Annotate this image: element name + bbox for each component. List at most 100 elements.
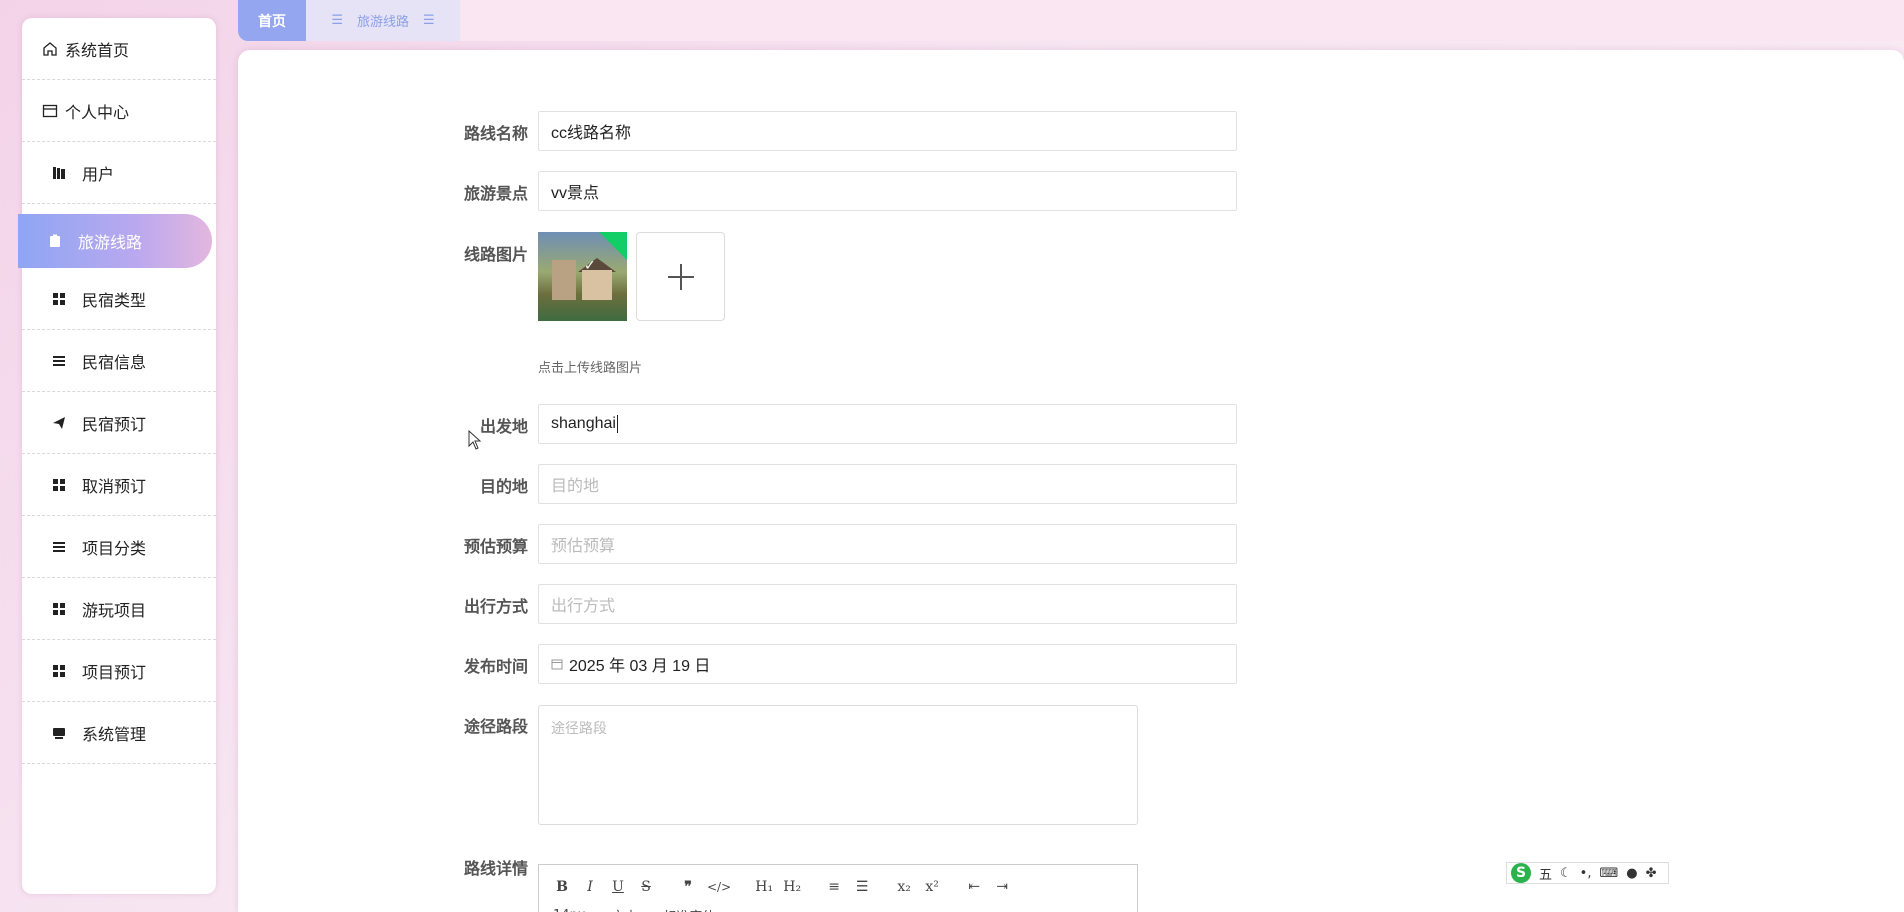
send-icon: [50, 414, 68, 432]
user-icon: ●: [1626, 865, 1638, 881]
check-icon: ✓: [584, 258, 596, 274]
sidebar-item-profile[interactable]: 个人中心: [22, 80, 216, 142]
sidebar-item-project-booking[interactable]: 项目预订: [22, 640, 216, 702]
route-image-label: 线路图片: [463, 245, 528, 264]
apps-icon: ✤: [1645, 865, 1657, 881]
sidebar-item-label: 民宿预订: [82, 414, 147, 434]
card-icon: [41, 102, 59, 120]
h2-button[interactable]: H₂: [783, 879, 801, 895]
publish-time-picker[interactable]: 2025 年 03 月 19 日: [538, 644, 1237, 684]
route-name-label: 路线名称: [463, 124, 528, 143]
ordered-list-button[interactable]: ≡: [825, 879, 843, 895]
sidebar-item-label: 民宿信息: [82, 352, 147, 372]
sidebar-item-system-admin[interactable]: 系统管理: [22, 702, 216, 764]
strike-button[interactable]: S: [637, 879, 655, 895]
sidebar-item-label: 个人中心: [65, 102, 130, 122]
quote-button[interactable]: ❞: [679, 879, 697, 895]
list-icon: [50, 538, 68, 556]
rich-text-editor: B I U S ❞ </> H₁ H₂ ≡ ☰ x₂ x² ⇤ ⇥ 14px 文…: [538, 864, 1138, 912]
indent-button[interactable]: ⇥: [993, 879, 1011, 895]
sidebar-item-homestay-info[interactable]: 民宿信息: [22, 330, 216, 392]
home-icon: [41, 40, 59, 58]
sidebar-item-label: 旅游线路: [78, 233, 143, 252]
grid-icon: [50, 476, 68, 494]
sidebar-item-routes[interactable]: 旅游线路: [18, 214, 212, 268]
tab-bar-filler: [460, 0, 1904, 41]
sidebar-item-label: 系统管理: [82, 724, 147, 744]
sidebar-item-label: 项目分类: [82, 538, 147, 558]
bold-button[interactable]: B: [553, 879, 571, 895]
sidebar-item-label: 用户: [82, 164, 115, 184]
departure-value: shanghai: [551, 415, 616, 432]
plus-icon: [667, 263, 694, 290]
monitor-icon: [50, 724, 68, 742]
editor-toolbar-row2: 14px 文本 标准字体: [539, 905, 1137, 912]
code-button[interactable]: </>: [707, 880, 731, 894]
publish-time-value: 2025 年 03 月 19 日: [569, 658, 711, 675]
font-size-select[interactable]: 14px: [553, 908, 586, 912]
sidebar-item-homestay-booking[interactable]: 民宿预订: [22, 392, 216, 454]
keyboard-icon: ⌨: [1599, 865, 1619, 881]
ime-toolbar[interactable]: S 五 ☾ •, ⌨ ● ✤: [1506, 862, 1669, 884]
grid-icon: [50, 662, 68, 680]
text-caret: [616, 415, 618, 433]
bullet-list-button[interactable]: ☰: [853, 879, 871, 895]
sidebar-item-users[interactable]: 用户: [22, 142, 216, 204]
sidebar-item-label: 取消预订: [82, 476, 147, 496]
grid-icon: [50, 600, 68, 618]
budget-input[interactable]: 预估预算: [538, 524, 1237, 564]
tab-label: 旅游线路: [356, 15, 409, 30]
underline-button[interactable]: U: [609, 879, 627, 895]
upload-button[interactable]: [636, 232, 725, 321]
route-image-thumbnail[interactable]: ✓: [538, 232, 627, 321]
h1-button[interactable]: H₁: [755, 879, 773, 895]
tab-home[interactable]: 首页: [238, 0, 306, 41]
spot-input[interactable]: vv景点: [538, 171, 1237, 211]
sidebar-item-homestay-types[interactable]: 民宿类型: [22, 268, 216, 330]
menu-icon: ☰: [423, 13, 435, 28]
sidebar: 系统首页 个人中心 用户 旅游线路 民宿类型 民宿信息 民宿预订 取消预订 项目…: [18, 18, 216, 894]
font-family-select[interactable]: 标准字体: [664, 906, 716, 912]
departure-input[interactable]: shanghai: [538, 404, 1237, 444]
waypoints-textarea[interactable]: 途径路段: [538, 705, 1138, 825]
sidebar-item-play-projects[interactable]: 游玩项目: [22, 578, 216, 640]
sidebar-item-label: 项目预订: [82, 662, 147, 682]
publish-time-label: 发布时间: [463, 657, 528, 676]
tab-routes[interactable]: ☰ 旅游线路 ☰: [306, 0, 460, 41]
book-icon: [50, 164, 68, 182]
menu-icon: ☰: [331, 13, 343, 28]
main-panel: 路线名称 cc线路名称 旅游景点 vv景点 线路图片 ✓ 点击上传线路图片 出发…: [238, 50, 1904, 912]
sidebar-item-home[interactable]: 系统首页: [22, 18, 216, 80]
mouse-cursor-icon: [468, 430, 482, 450]
tab-bar: 首页 ☰ 旅游线路 ☰: [238, 0, 1904, 41]
grid-icon: [50, 290, 68, 308]
route-name-input[interactable]: cc线路名称: [538, 111, 1237, 151]
budget-label: 预估预算: [463, 537, 528, 556]
clipboard-icon: [46, 232, 64, 250]
sidebar-item-cancel-booking[interactable]: 取消预订: [22, 454, 216, 516]
calendar-icon: [551, 659, 563, 670]
sidebar-item-project-category[interactable]: 项目分类: [22, 516, 216, 578]
text-style-select[interactable]: 文本: [612, 906, 638, 912]
sidebar-item-label: 民宿类型: [82, 290, 147, 310]
departure-label: 出发地: [479, 417, 528, 436]
sogou-logo-icon: S: [1511, 863, 1531, 883]
travel-mode-input[interactable]: 出行方式: [538, 584, 1237, 624]
travel-mode-label: 出行方式: [463, 597, 528, 616]
italic-button[interactable]: I: [581, 879, 599, 895]
sidebar-item-label: 游玩项目: [82, 600, 147, 620]
ime-mode-label: 五: [1539, 867, 1553, 883]
subscript-button[interactable]: x₂: [895, 879, 913, 895]
sidebar-item-label: 系统首页: [65, 40, 130, 60]
outdent-button[interactable]: ⇤: [965, 879, 983, 895]
editor-toolbar: B I U S ❞ </> H₁ H₂ ≡ ☰ x₂ x² ⇤ ⇥: [539, 875, 1137, 899]
destination-input[interactable]: 目的地: [538, 464, 1237, 504]
punctuation-icon: •,: [1579, 865, 1592, 881]
waypoints-label: 途径路段: [463, 717, 528, 736]
superscript-button[interactable]: x²: [923, 879, 941, 895]
details-label: 路线详情: [463, 859, 528, 878]
moon-icon: ☾: [1560, 865, 1572, 881]
spot-label: 旅游景点: [463, 184, 528, 203]
upload-hint: 点击上传线路图片: [538, 361, 643, 376]
destination-label: 目的地: [479, 477, 528, 496]
